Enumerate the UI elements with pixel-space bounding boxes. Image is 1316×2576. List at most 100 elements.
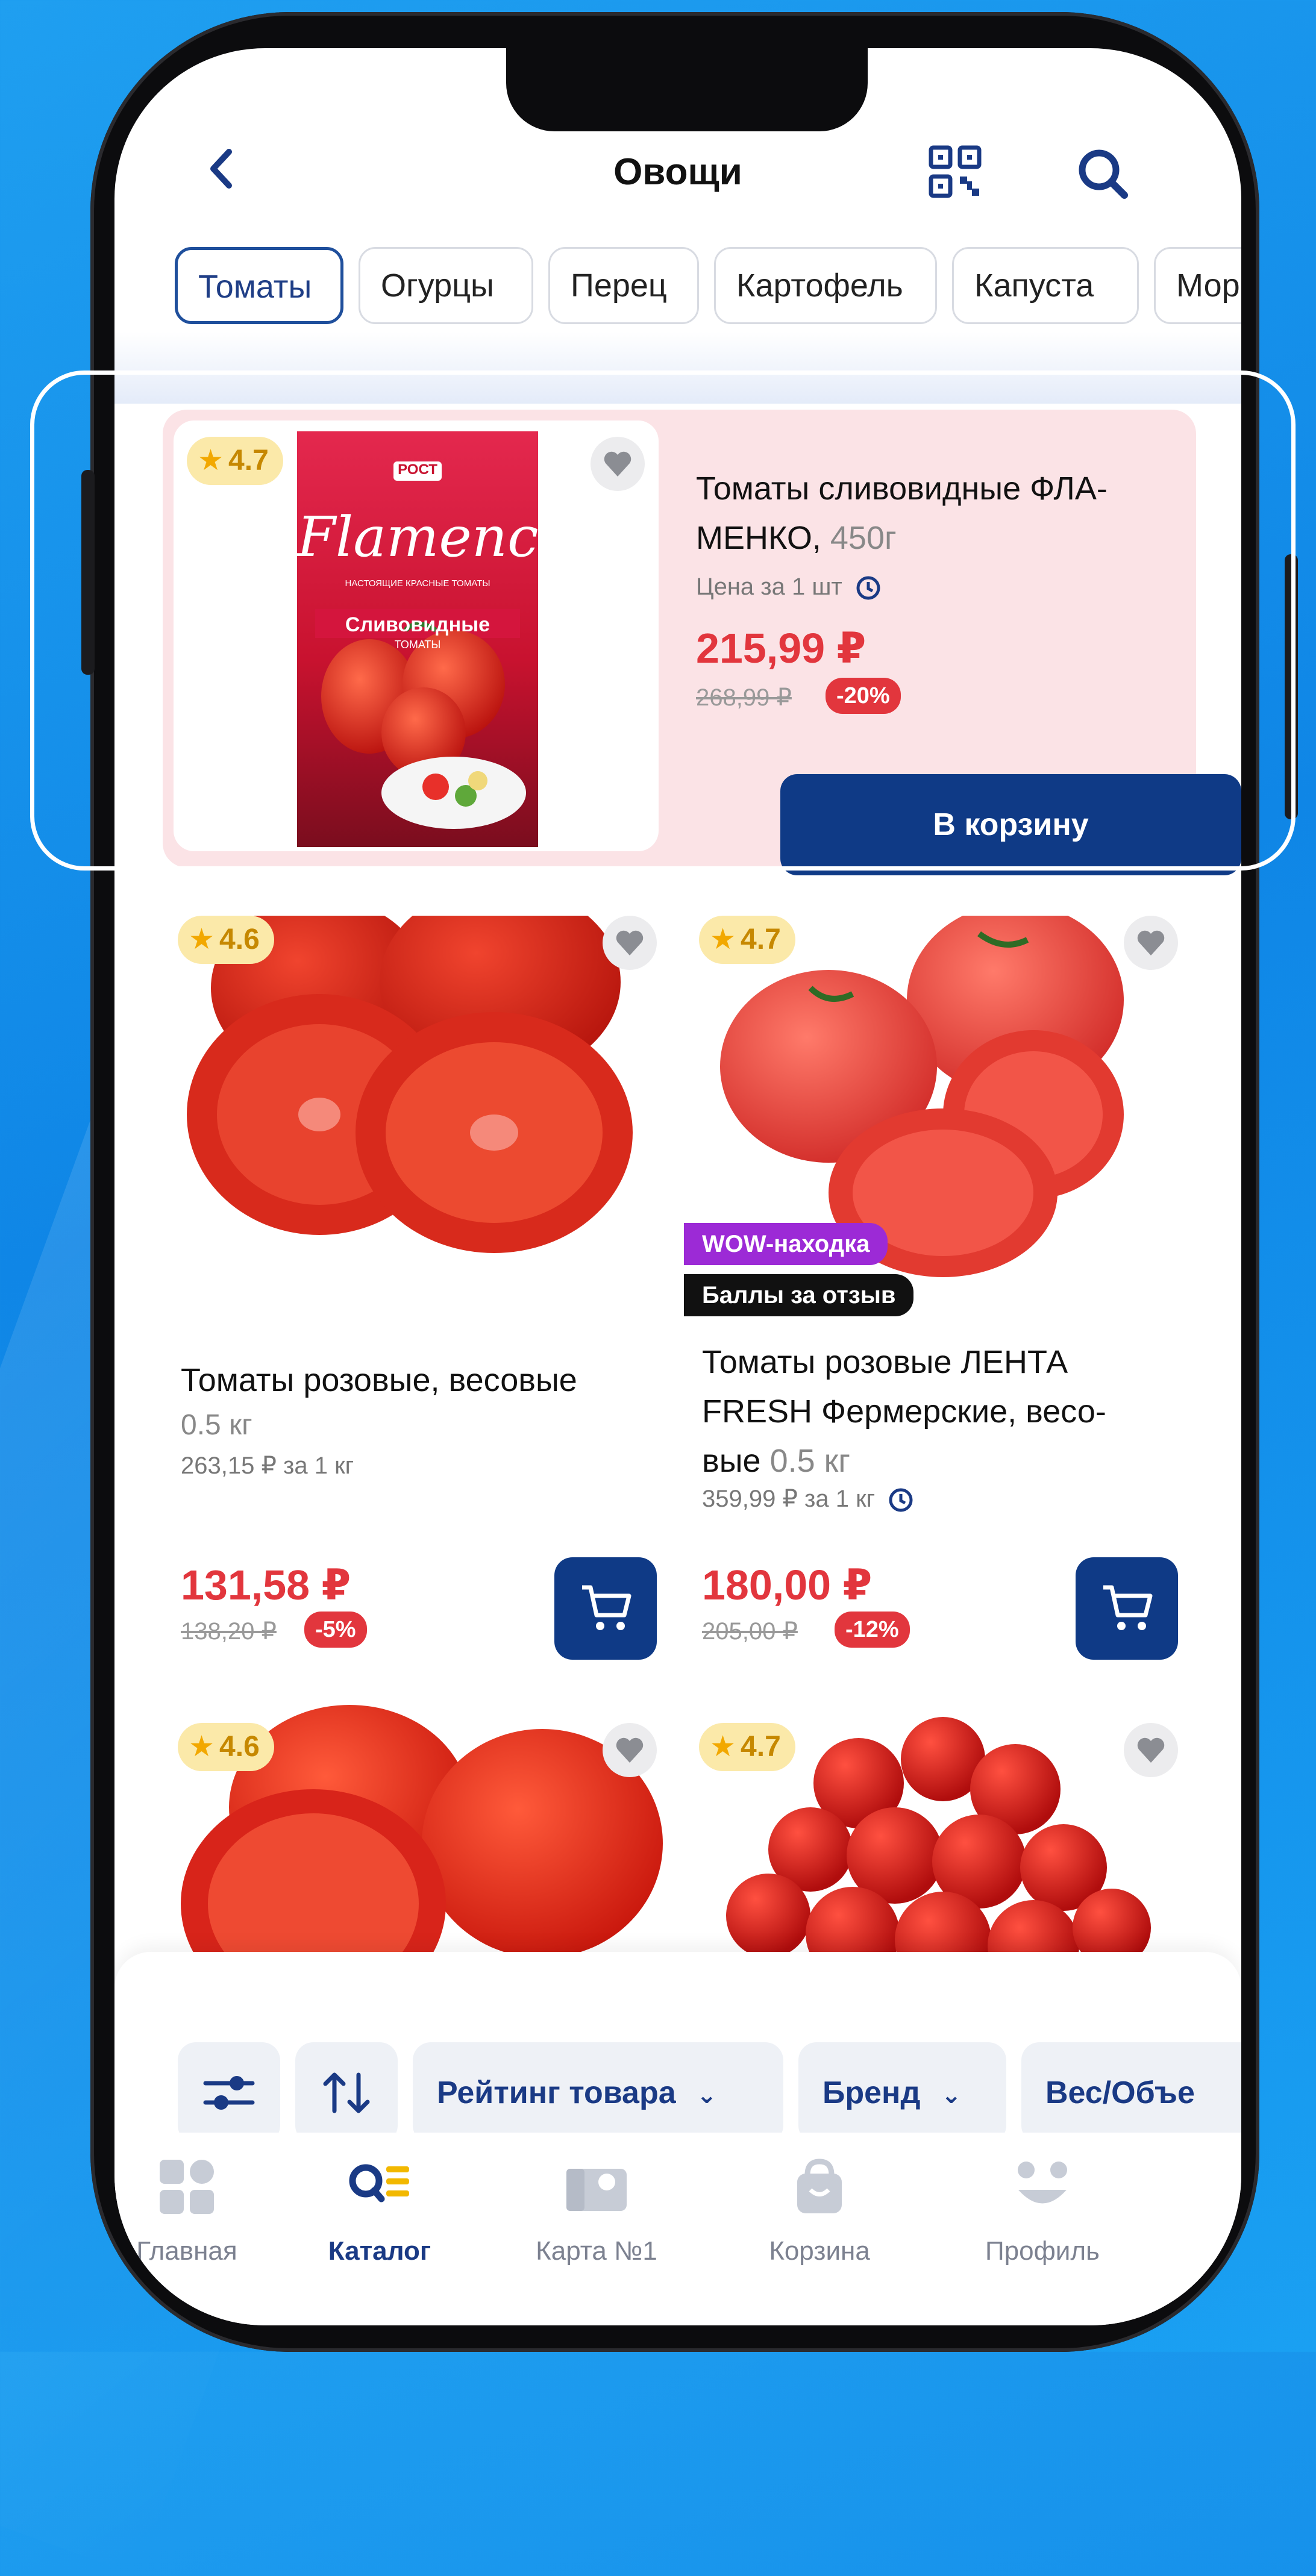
old-price: 138,20 ₽ bbox=[181, 1618, 277, 1645]
add-to-cart-button[interactable] bbox=[554, 1557, 657, 1660]
nav-item-catalog[interactable]: Каталог bbox=[295, 2157, 464, 2266]
rating-badge: ★ 4.7 bbox=[187, 437, 283, 485]
nav-item-card[interactable]: Карта №1 bbox=[512, 2157, 681, 2266]
unit-note: Цена за 1 шт bbox=[696, 574, 882, 602]
rating-value: 4.6 bbox=[219, 1731, 260, 1763]
sort-arrows-icon bbox=[323, 2072, 370, 2113]
pack-type-text: ТОМАТЫ bbox=[394, 639, 441, 651]
nav-label: Каталог bbox=[328, 2236, 431, 2266]
tomato-image bbox=[187, 916, 633, 1253]
rating-value: 4.7 bbox=[741, 1731, 781, 1763]
volume-button bbox=[81, 470, 95, 675]
sort-button[interactable] bbox=[295, 2042, 398, 2143]
rating-badge: ★ 4.7 bbox=[699, 916, 795, 964]
search-button[interactable] bbox=[1073, 143, 1133, 204]
rating-value: 4.7 bbox=[228, 445, 269, 477]
header-shadow bbox=[114, 331, 1241, 404]
product-weight: 0.5 кг bbox=[769, 1443, 850, 1479]
filter-weight-dropdown[interactable]: Вес/Объе bbox=[1021, 2042, 1241, 2143]
cart-icon bbox=[1103, 1585, 1153, 1630]
chip-cabbage[interactable]: Капуста bbox=[952, 247, 1139, 324]
nav-label: Профиль bbox=[985, 2236, 1100, 2266]
favorite-button[interactable] bbox=[603, 916, 657, 970]
star-icon: ★ bbox=[710, 924, 736, 955]
points-badge: Баллы за отзыв bbox=[684, 1274, 914, 1316]
filter-brand-label: Бренд bbox=[822, 2075, 921, 2110]
old-price: 268,99 ₽ bbox=[696, 684, 792, 711]
add-to-cart-button[interactable] bbox=[1076, 1557, 1178, 1660]
chip-pepper[interactable]: Перец bbox=[548, 247, 699, 324]
heart-icon bbox=[1137, 1737, 1165, 1763]
product-name-line2: FRESH Фермерские, весо- bbox=[702, 1393, 1106, 1430]
pack-subtitle-text: НАСТОЯЩИЕ КРАСНЫЕ ТОМАТЫ bbox=[345, 578, 490, 589]
product-name-line1: Томаты розовые ЛЕНТА bbox=[702, 1344, 1068, 1380]
pack-logo-text: РОСТ bbox=[398, 461, 437, 478]
product-price: 215,99 ₽ bbox=[696, 625, 866, 672]
power-button bbox=[1285, 554, 1298, 819]
nav-item-cart[interactable]: Корзина bbox=[735, 2157, 904, 2266]
rating-badge: ★ 4.7 bbox=[699, 1723, 795, 1771]
app-screen: Овощи Томаты Огурцы Перец Картофель Капу… bbox=[114, 48, 1241, 2325]
star-icon: ★ bbox=[189, 1731, 215, 1763]
unit-price-text: 359,99 ₽ за 1 кг bbox=[702, 1486, 876, 1512]
product-price: 131,58 ₽ bbox=[181, 1562, 351, 1608]
nav-item-profile[interactable]: Профиль bbox=[958, 2157, 1127, 2266]
add-to-cart-button[interactable]: В корзину bbox=[780, 774, 1241, 875]
product-weight: 0.5 кг bbox=[181, 1409, 252, 1441]
star-icon: ★ bbox=[198, 445, 224, 477]
history-clock-icon bbox=[889, 1488, 913, 1512]
rating-value: 4.6 bbox=[219, 924, 260, 955]
wow-badge: WOW-находка bbox=[684, 1223, 888, 1265]
discount-badge: -20% bbox=[826, 678, 901, 714]
history-clock-icon bbox=[856, 576, 880, 600]
heart-icon bbox=[1137, 930, 1165, 955]
filter-rating-label: Рейтинг товара bbox=[437, 2075, 676, 2110]
discount-badge: -12% bbox=[835, 1612, 910, 1648]
nav-label: Карта №1 bbox=[536, 2236, 657, 2266]
chevron-down-icon: ⌄ bbox=[697, 2082, 717, 2109]
home-grid-icon bbox=[154, 2157, 220, 2217]
filter-settings-button[interactable] bbox=[178, 2042, 280, 2143]
chip-potato[interactable]: Картофель bbox=[714, 247, 937, 324]
chip-cucumbers[interactable]: Огурцы bbox=[359, 247, 533, 324]
product-price: 180,00 ₽ bbox=[702, 1562, 873, 1608]
star-icon: ★ bbox=[710, 1731, 736, 1763]
old-price: 205,00 ₽ bbox=[702, 1618, 798, 1645]
favorite-button[interactable] bbox=[1124, 916, 1178, 970]
unit-price: 263,15 ₽ за 1 кг bbox=[181, 1452, 354, 1479]
notch bbox=[506, 48, 868, 131]
product-card[interactable]: ★ 4.6 Томаты розовые, весовые 0.5 кг 263,… bbox=[163, 916, 669, 1663]
rating-badge: ★ 4.6 bbox=[178, 916, 274, 964]
nav-label: Корзина bbox=[769, 2236, 870, 2266]
heart-icon bbox=[604, 451, 631, 477]
cart-icon bbox=[582, 1585, 631, 1630]
unit-price: 359,99 ₽ за 1 кг bbox=[702, 1485, 914, 1514]
favorite-button[interactable] bbox=[603, 1723, 657, 1777]
rating-badge: ★ 4.6 bbox=[178, 1723, 274, 1771]
bottom-navigation: Главная Каталог Карта №1 Корзина Профиль bbox=[114, 2133, 1241, 2325]
product-name-line1: Томаты сливовидные ФЛА- bbox=[696, 470, 1108, 507]
filter-brand-dropdown[interactable]: Бренд ⌄ bbox=[798, 2042, 1006, 2143]
filter-bar: Рейтинг товара ⌄ Бренд ⌄ Вес/Объе bbox=[114, 1952, 1241, 2143]
qr-scanner-button[interactable] bbox=[925, 142, 985, 202]
top-bar: Овощи bbox=[114, 127, 1241, 223]
pack-variety-text: Сливовидные bbox=[345, 613, 490, 636]
product-card[interactable]: ★ 4.7 WOW-находка Баллы за отзыв Томаты р… bbox=[684, 916, 1190, 1663]
chip-tomatoes[interactable]: Томаты bbox=[175, 247, 343, 324]
qr-code-icon bbox=[929, 145, 982, 198]
favorite-button[interactable] bbox=[591, 437, 645, 491]
favorite-button[interactable] bbox=[1124, 1723, 1178, 1777]
nav-label: Главная bbox=[136, 2236, 237, 2266]
chip-more[interactable]: Мор bbox=[1154, 247, 1241, 324]
shopping-bag-icon bbox=[786, 2157, 853, 2217]
product-name: Томаты розовые, весовые bbox=[181, 1362, 577, 1398]
product-name-line2: МЕНКО, bbox=[696, 520, 821, 556]
featured-product-image-box: РОСТ Flamenco НАСТОЯЩИЕ КРАСНЫЕ ТОМАТЫ С… bbox=[174, 420, 659, 851]
chevron-down-icon: ⌄ bbox=[941, 2082, 962, 2109]
unit-note-text: Цена за 1 шт bbox=[696, 574, 842, 600]
filter-rating-dropdown[interactable]: Рейтинг товара ⌄ bbox=[413, 2042, 783, 2143]
product-weight: 450г bbox=[830, 520, 897, 556]
nav-item-home[interactable]: Главная bbox=[114, 2157, 271, 2266]
loyalty-card-icon bbox=[563, 2157, 630, 2217]
profile-icon bbox=[1009, 2157, 1076, 2217]
